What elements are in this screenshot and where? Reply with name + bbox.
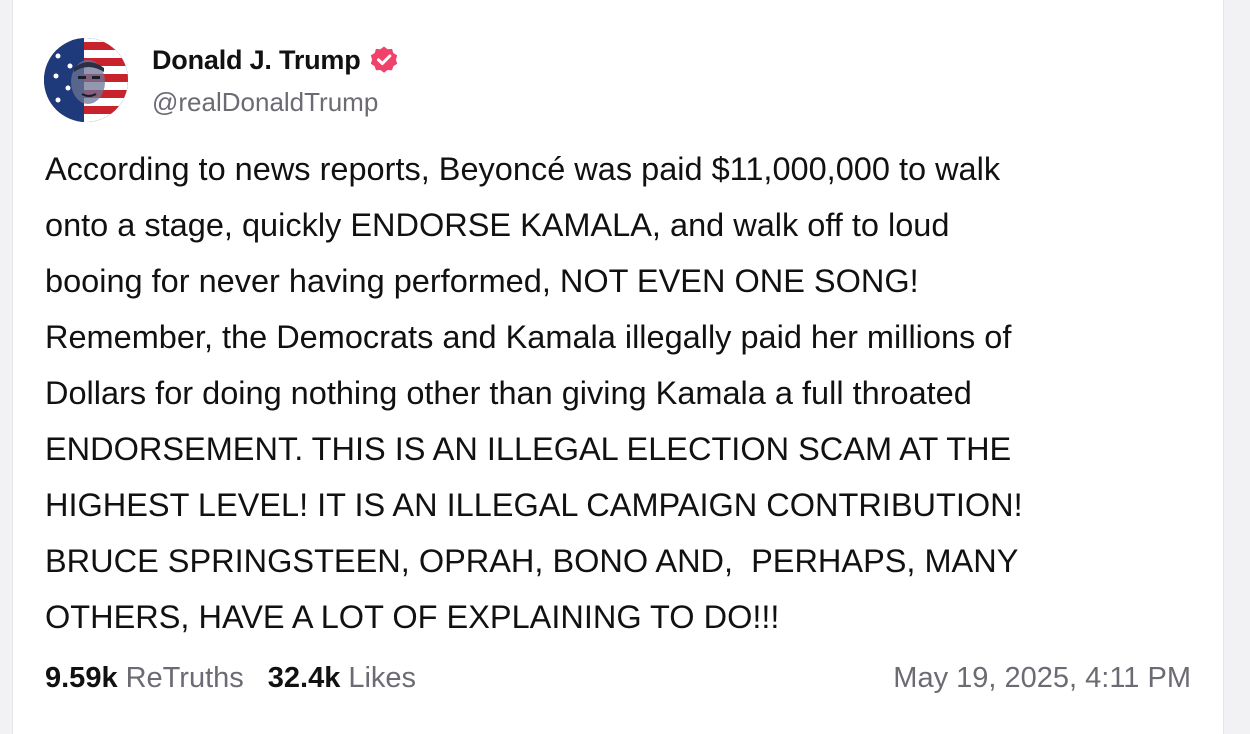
verified-badge-icon [369, 45, 399, 75]
post-body-text: According to news reports, Beyoncé was p… [45, 151, 1023, 635]
likes-stat[interactable]: 32.4k Likes [268, 662, 416, 695]
post-footer: 9.59k ReTruths 32.4k Likes May 19, 2025,… [45, 662, 1191, 695]
post-header: Donald J. Trump @realDonaldTrump [44, 38, 399, 122]
retruths-label: ReTruths [125, 662, 244, 694]
author-handle[interactable]: @realDonaldTrump [152, 82, 399, 122]
likes-label: Likes [348, 662, 417, 694]
post-timestamp[interactable]: May 19, 2025, 4:11 PM [893, 662, 1191, 695]
avatar[interactable] [44, 38, 128, 122]
retruths-count: 9.59k [45, 662, 118, 694]
retruths-stat[interactable]: 9.59k ReTruths [45, 662, 244, 695]
post-card: Donald J. Trump @realDonaldTrump Accordi… [12, 0, 1224, 734]
author-info: Donald J. Trump @realDonaldTrump [152, 38, 399, 122]
avatar-icon [44, 38, 128, 122]
likes-count: 32.4k [267, 662, 341, 694]
author-name-row: Donald J. Trump [152, 38, 399, 82]
author-display-name[interactable]: Donald J. Trump [152, 45, 361, 76]
